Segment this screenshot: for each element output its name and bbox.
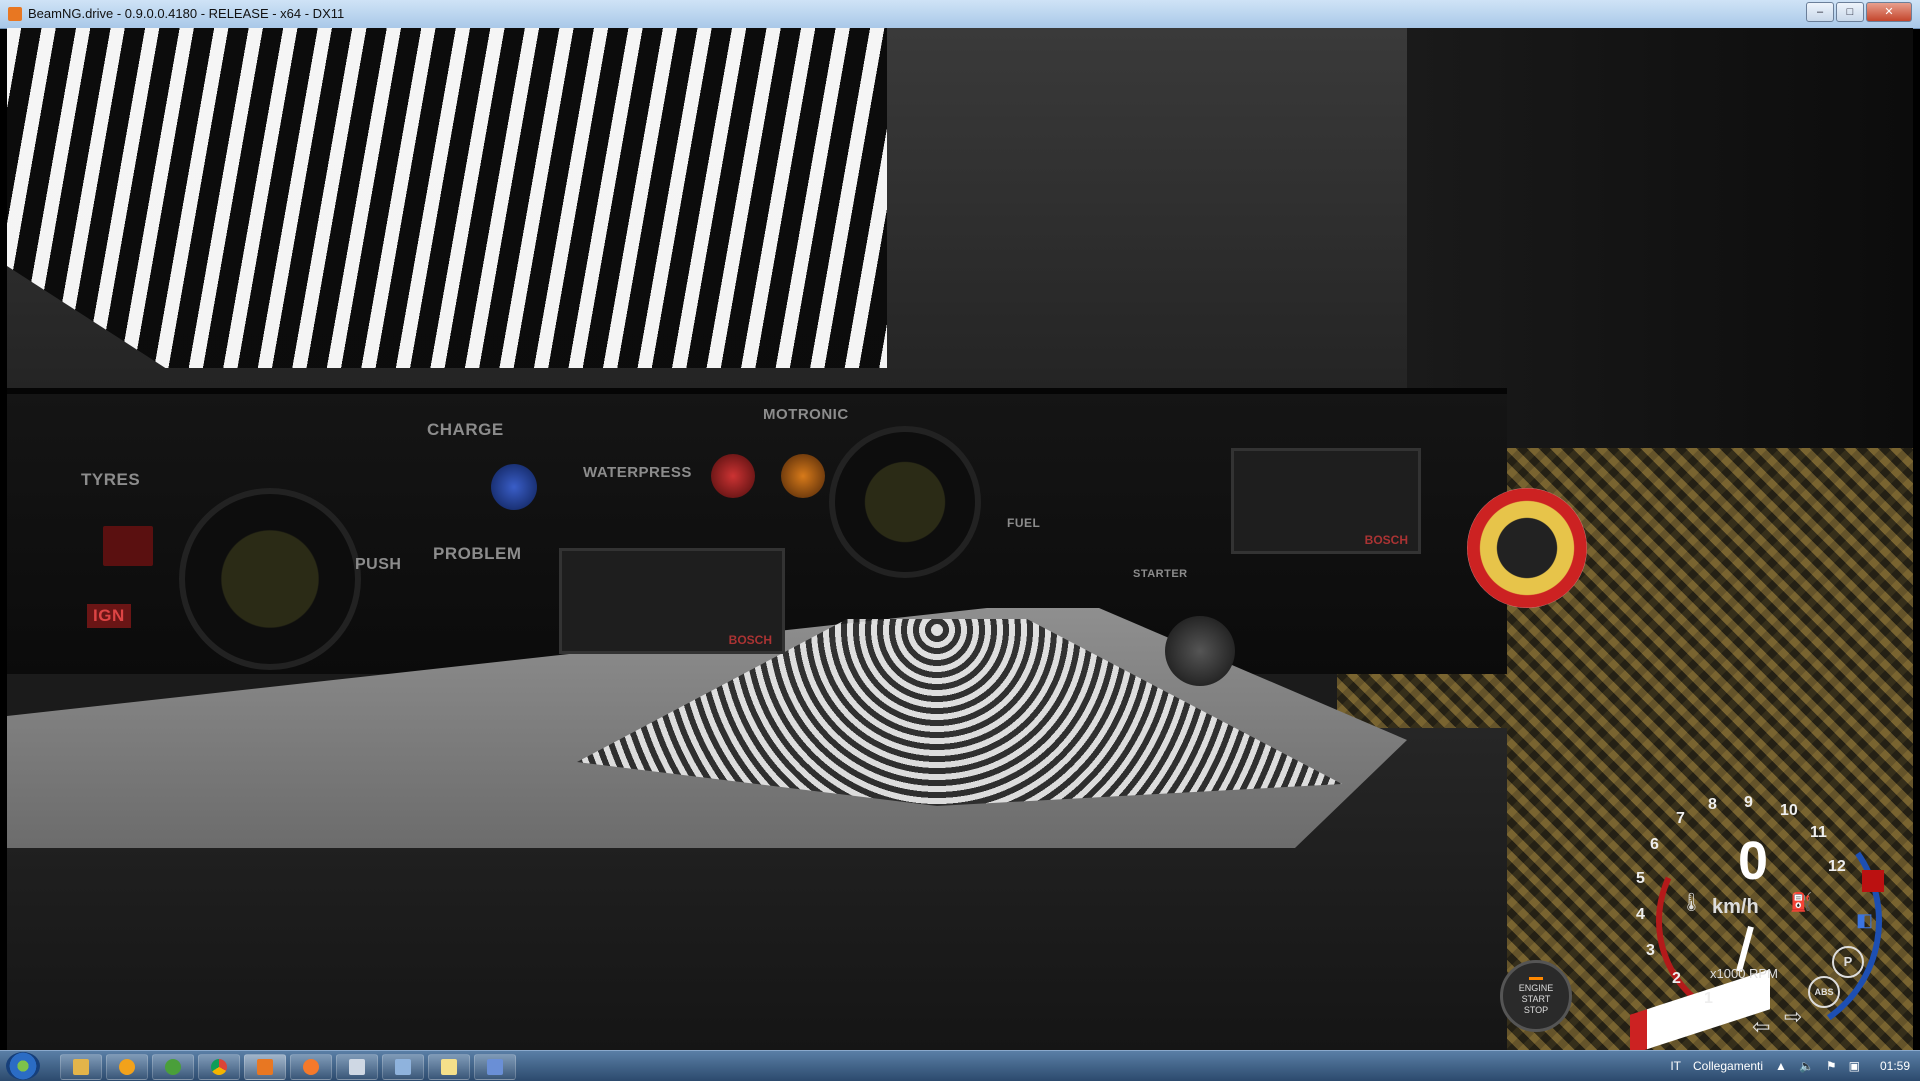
taskbar-media[interactable]: [106, 1054, 148, 1080]
speed-value: 0: [1738, 831, 1769, 891]
rpm-tick-6: 6: [1650, 836, 1659, 853]
headlight-icon: ◧: [1856, 910, 1874, 930]
waterpress-lamp: [711, 454, 755, 498]
dashboard-hud: 0 km/h x1000 RPM 1 2 3 4 5 6 7 8 9 10 11…: [1600, 770, 1920, 1062]
xbox-icon: [165, 1059, 181, 1075]
turn-right-icon: ⇨: [1784, 1004, 1803, 1029]
minimize-button[interactable]: –: [1806, 2, 1834, 22]
charge-lamp: [491, 464, 537, 510]
speed-unit: km/h: [1712, 896, 1759, 918]
rpm-tick-8: 8: [1708, 796, 1717, 813]
action-center-icon[interactable]: ⚑: [1826, 1059, 1837, 1073]
rpm-tick-12: 12: [1828, 858, 1846, 875]
taskbar-xbox[interactable]: [152, 1054, 194, 1080]
fuel-pump-icon: ⛽: [1790, 892, 1813, 912]
stop-label: STOP: [1523, 1004, 1549, 1015]
folder-icon: [73, 1059, 89, 1075]
abs-icon: ABS: [1808, 976, 1840, 1008]
beamng-app-icon: [8, 7, 22, 21]
maximize-button[interactable]: □: [1836, 2, 1864, 22]
tray-expand-icon[interactable]: ▲: [1775, 1059, 1787, 1073]
parking-brake-icon: P: [1832, 946, 1864, 978]
engine-start-stop-button[interactable]: ENGINE START STOP: [1500, 960, 1572, 1032]
start-button[interactable]: [6, 1052, 40, 1080]
taskbar-beamng[interactable]: [244, 1054, 286, 1080]
bosch-brand: BOSCH: [728, 633, 772, 647]
start-label: START: [1521, 993, 1551, 1004]
taskbar-notes[interactable]: [428, 1054, 470, 1080]
rpm-tick-9: 9: [1744, 794, 1753, 811]
taskbar-notepad[interactable]: [336, 1054, 378, 1080]
rpm-tick-10: 10: [1780, 802, 1798, 819]
rpm-tick-4: 4: [1636, 906, 1645, 923]
warning-icon: [1862, 870, 1884, 892]
network-icon[interactable]: ▣: [1849, 1059, 1860, 1073]
window-icon: [395, 1059, 411, 1075]
blender-icon: [303, 1059, 319, 1075]
rpm-tick-11: 11: [1810, 824, 1827, 841]
language-indicator[interactable]: IT: [1670, 1059, 1681, 1073]
label-push: PUSH: [355, 556, 402, 573]
engine-led-icon: [1529, 976, 1543, 980]
windshield-stripes: [7, 28, 887, 368]
label-charge: CHARGE: [427, 420, 504, 439]
taskbar-app[interactable]: [474, 1054, 516, 1080]
label-fuel: FUEL: [1007, 516, 1041, 530]
notepad-icon: [349, 1059, 365, 1075]
window-title-bar[interactable]: BeamNG.drive - 0.9.0.0.4180 - RELEASE - …: [0, 0, 1920, 29]
windows-taskbar: IT Collegamenti ▲ 🔈 ⚑ ▣ 01:59: [0, 1050, 1920, 1081]
taskbar-clock[interactable]: 01:59: [1880, 1059, 1910, 1073]
rpm-tick-1: 1: [1704, 990, 1713, 1007]
mode-dial[interactable]: [179, 488, 361, 670]
label-ign: IGN: [87, 604, 131, 628]
links-toolbar[interactable]: Collegamenti: [1693, 1059, 1763, 1073]
rpm-tick-2: 2: [1672, 970, 1681, 987]
volume-icon[interactable]: 🔈: [1799, 1059, 1814, 1073]
bosch-display-left: BOSCH: [559, 548, 785, 654]
turn-left-icon: ⇦: [1752, 1014, 1771, 1039]
engine-label: ENGINE: [1518, 982, 1554, 993]
fuel-gauge: [829, 426, 981, 578]
brake-bias-knob[interactable]: [1467, 488, 1587, 608]
taskbar-explorer[interactable]: [60, 1054, 102, 1080]
starter-knob[interactable]: [1165, 616, 1235, 686]
rpm-label: x1000 RPM: [1710, 966, 1778, 981]
coolant-temp-icon: 🌡: [1680, 892, 1703, 912]
beamng-icon: [257, 1059, 273, 1075]
label-problem: PROBLEM: [433, 544, 522, 563]
bosch-display-right: BOSCH: [1231, 448, 1421, 554]
taskbar-blender[interactable]: [290, 1054, 332, 1080]
close-button[interactable]: ✕: [1866, 2, 1912, 22]
rpm-tick-7: 7: [1676, 810, 1685, 827]
label-waterpress: WATERPRESS: [583, 464, 692, 481]
motronic-lamp: [781, 454, 825, 498]
window-title: BeamNG.drive - 0.9.0.0.4180 - RELEASE - …: [28, 6, 345, 21]
taskbar-chrome[interactable]: [198, 1054, 240, 1080]
notes-icon: [441, 1059, 457, 1075]
tyres-lamp: [103, 526, 153, 566]
taskbar-window[interactable]: [382, 1054, 424, 1080]
rpm-tick-3: 3: [1646, 942, 1655, 959]
app-icon: [487, 1059, 503, 1075]
media-player-icon: [119, 1059, 135, 1075]
chrome-icon: [211, 1059, 227, 1075]
label-motronic: MOTRONIC: [763, 406, 849, 423]
rpm-tick-5: 5: [1636, 870, 1645, 887]
label-starter: STARTER: [1133, 568, 1188, 580]
bosch-brand: BOSCH: [1364, 533, 1408, 547]
label-tyres: TYRES: [81, 470, 141, 489]
